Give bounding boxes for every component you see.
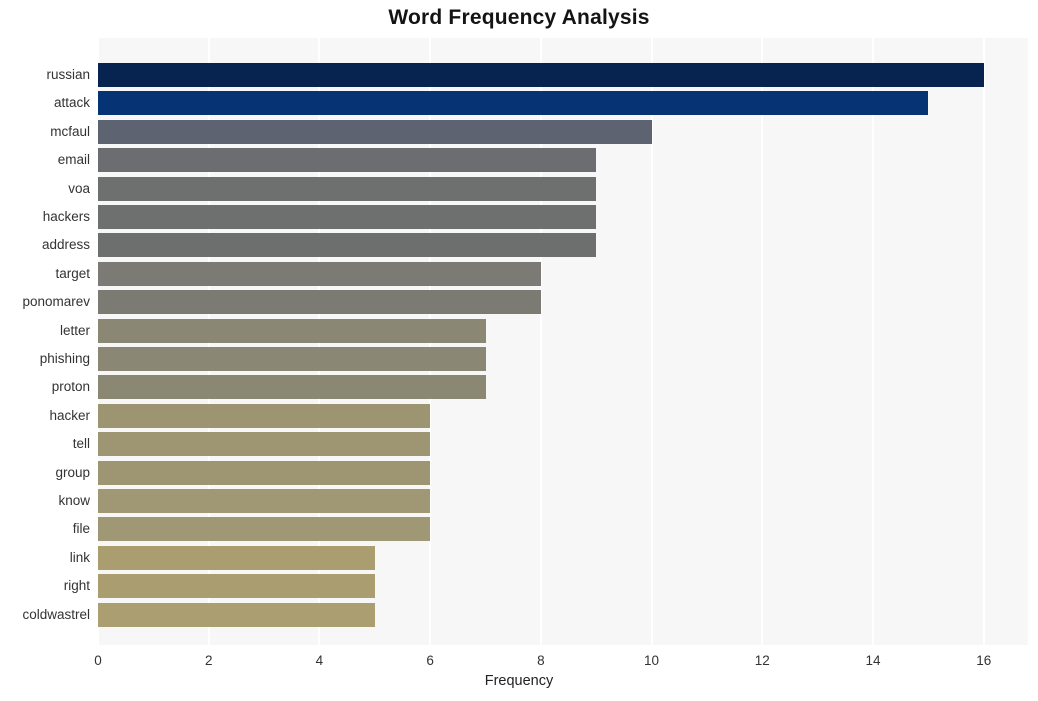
chart-title: Word Frequency Analysis bbox=[388, 6, 650, 29]
y-axis-tick-labels: russian attack mcfaul email voa hackers addres… bbox=[0, 38, 1038, 645]
y-tick-label-hackers: hackers bbox=[42, 209, 90, 224]
y-tick-label-voa: voa bbox=[68, 180, 90, 196]
y-tick-label-link: link bbox=[69, 549, 90, 565]
y-tick-label-ponomarev: ponomarev bbox=[22, 294, 90, 310]
y-tick-label-email: email bbox=[57, 152, 90, 168]
chart-figure: Word Frequency Analysis russian attack mcf… bbox=[0, 0, 1038, 701]
x-tick-label-10: 10 bbox=[644, 653, 660, 668]
y-tick-label-know: know bbox=[58, 493, 90, 508]
x-axis-label: Frequency bbox=[484, 673, 554, 689]
y-tick-label-letter: letter bbox=[59, 322, 90, 338]
x-tick-label-16: 16 bbox=[976, 653, 992, 668]
x-tick-label-0: 0 bbox=[94, 653, 102, 668]
x-tick-label-12: 12 bbox=[754, 653, 770, 668]
y-tick-label-target: target bbox=[55, 265, 90, 281]
x-tick-label-8: 8 bbox=[537, 653, 545, 668]
y-tick-label-phishing: phishing bbox=[39, 351, 90, 366]
y-tick-label-right: right bbox=[63, 578, 90, 594]
y-tick-label-coldwastrel: coldwastrel bbox=[22, 606, 90, 622]
y-tick-label-group: group bbox=[55, 464, 90, 480]
x-tick-label-14: 14 bbox=[865, 653, 881, 668]
y-tick-label-proton: proton bbox=[51, 379, 90, 395]
x-tick-label-2: 2 bbox=[204, 653, 213, 668]
y-tick-label-file: file bbox=[72, 521, 90, 537]
y-tick-label-attack: attack bbox=[53, 95, 90, 111]
y-tick-label-address: address bbox=[41, 237, 90, 253]
y-tick-label-russian: russian bbox=[46, 67, 90, 82]
x-axis-tick-labels: 0 2 4 6 8 10 12 14 16 bbox=[0, 645, 1038, 675]
y-tick-label-hacker: hacker bbox=[49, 407, 90, 423]
x-tick-label-4: 4 bbox=[315, 653, 324, 668]
x-tick-label-6: 6 bbox=[426, 653, 434, 668]
y-tick-label-mcfaul: mcfaul bbox=[50, 123, 90, 139]
y-tick-label-tell: tell bbox=[72, 436, 90, 452]
